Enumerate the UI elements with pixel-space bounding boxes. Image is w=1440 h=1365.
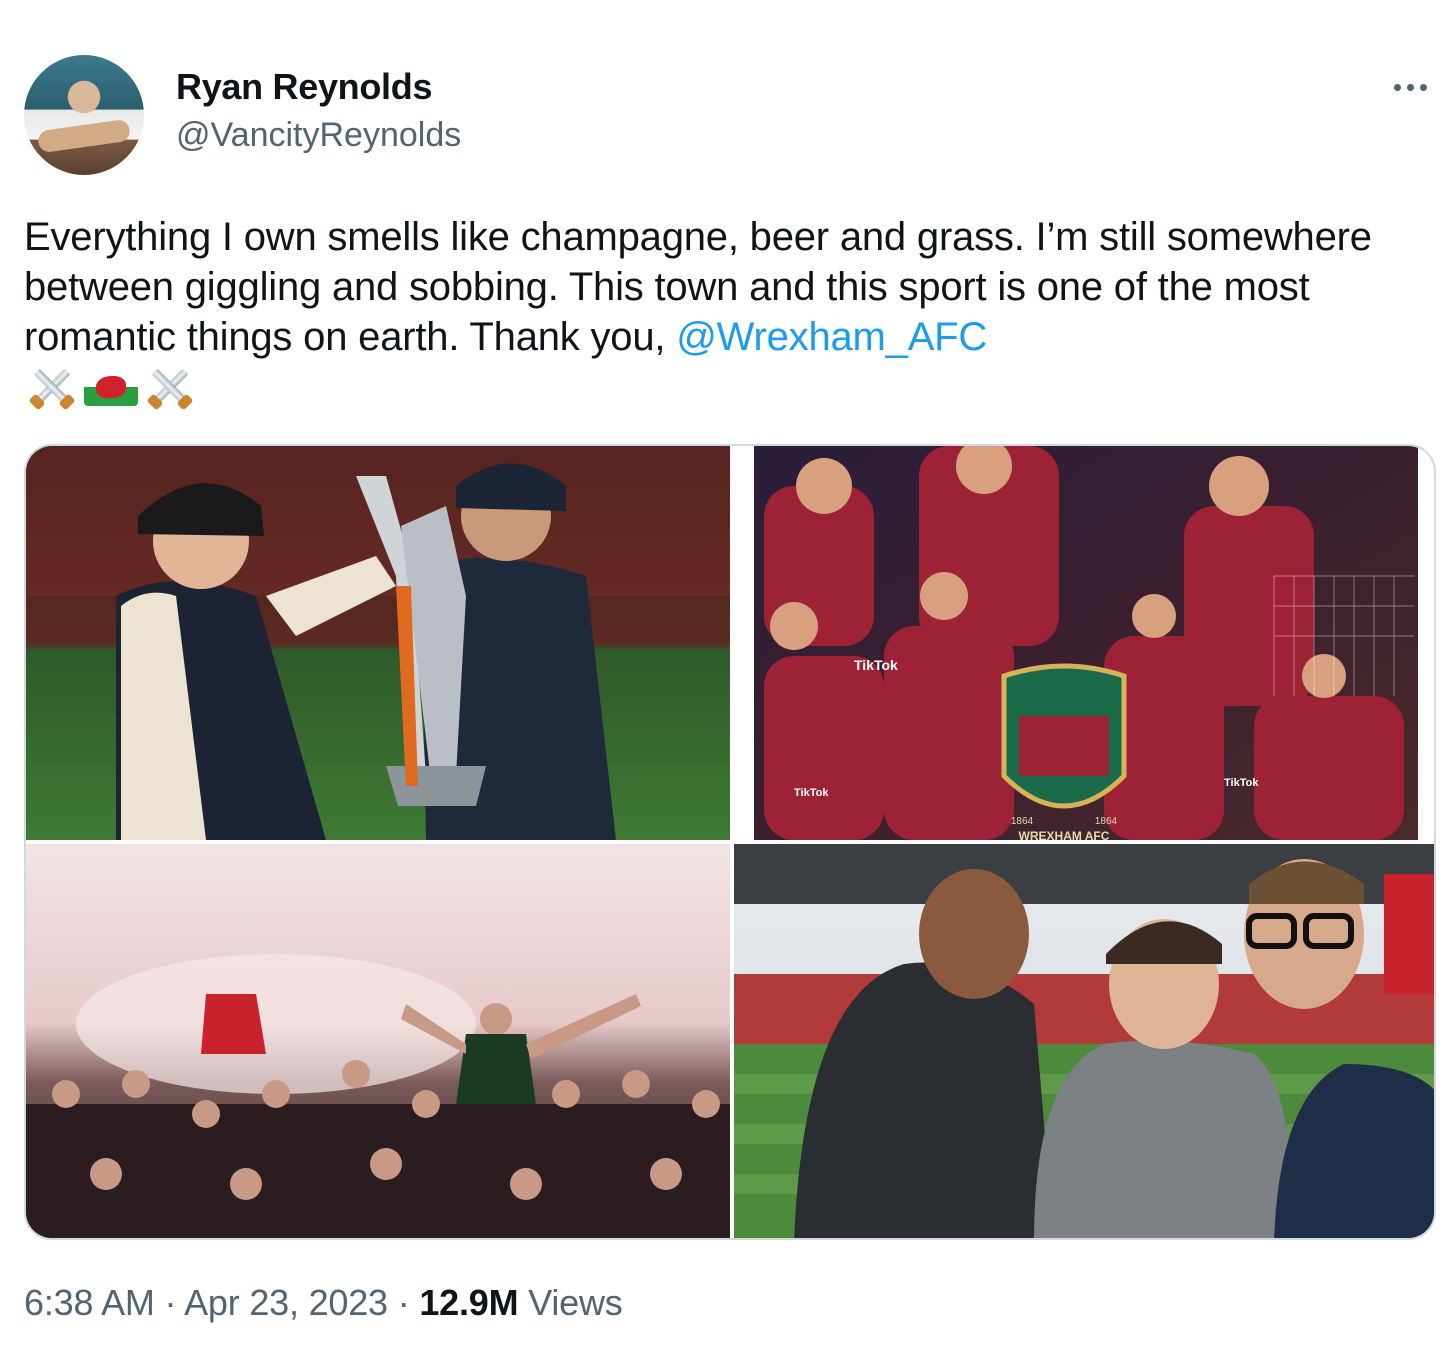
crest-text: WREXHAM AFC — [1019, 829, 1110, 840]
tweet-card: Ryan Reynolds @VancityReynolds Everythin… — [0, 0, 1440, 1365]
mention-link[interactable]: @Wrexham_AFC — [676, 315, 987, 359]
emoji-row — [26, 362, 196, 412]
fans-pitch-invasion-photo[interactable] — [26, 844, 730, 1238]
tiktok-label-2: TikTok — [794, 787, 829, 799]
tweet-time[interactable]: 6:38 AM — [24, 1282, 155, 1323]
avatar[interactable] — [24, 55, 144, 175]
tiktok-label-1: TikTok — [854, 657, 898, 673]
tweet-text: Everything I own smells like champagne, … — [24, 212, 1414, 362]
crest-year-right: 1864 — [1095, 816, 1118, 827]
crossed-swords-icon — [144, 363, 196, 411]
trophy-celebration-photo[interactable] — [26, 446, 730, 840]
tweet-date[interactable]: Apr 23, 2023 — [184, 1282, 388, 1323]
views-count: 12.9M — [419, 1282, 519, 1323]
more-options-icon[interactable] — [1394, 80, 1434, 94]
author-handle[interactable]: @VancityReynolds — [176, 116, 461, 155]
stadium-selfie-photo[interactable] — [734, 844, 1434, 1238]
separator: · — [397, 1282, 410, 1323]
author-name[interactable]: Ryan Reynolds — [176, 66, 432, 108]
crossed-swords-icon — [26, 363, 78, 411]
tiktok-label-3: TikTok — [1224, 777, 1259, 789]
crest-year-left: 1864 — [1011, 816, 1034, 827]
wales-flag-icon — [84, 368, 138, 406]
views-label: Views — [528, 1282, 623, 1323]
team-collage-photo[interactable]: WREXHAM AFC 1864 1864 TikTok TikTok TikT… — [734, 446, 1434, 840]
media-grid: WREXHAM AFC 1864 1864 TikTok TikTok TikT… — [24, 444, 1436, 1240]
separator: · — [164, 1282, 177, 1323]
tweet-meta: 6:38 AM · Apr 23, 2023 · 12.9M Views — [24, 1282, 623, 1324]
